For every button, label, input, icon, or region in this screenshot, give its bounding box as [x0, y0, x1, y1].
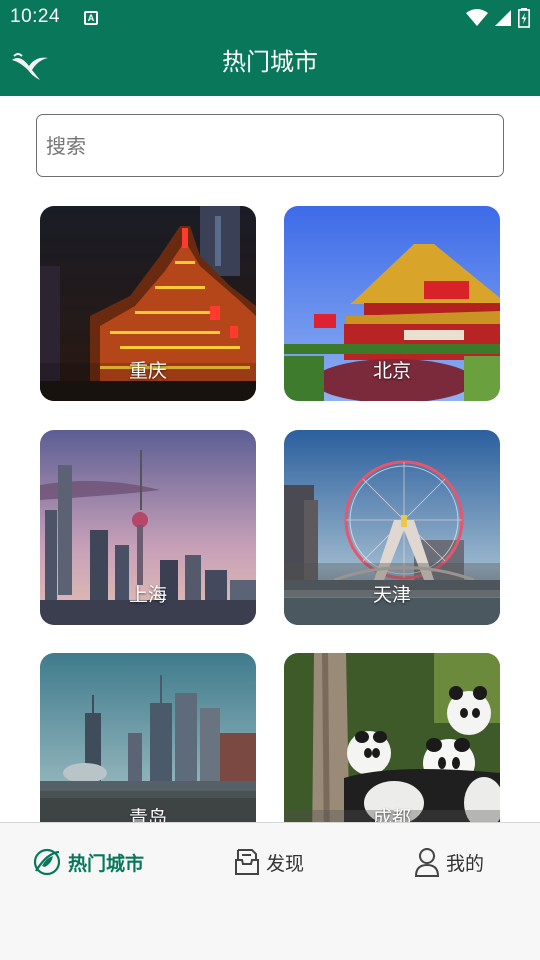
city-name: 北京: [372, 360, 411, 382]
city-card-chongqing[interactable]: 重庆: [40, 206, 256, 401]
city-name: 上海: [128, 584, 167, 606]
battery-icon: [518, 8, 530, 28]
nav-label: 我的: [446, 852, 485, 875]
nav-tab-discover[interactable]: 发现: [234, 845, 304, 879]
nav-label: 热门城市: [68, 852, 145, 875]
wifi-icon: [466, 9, 488, 26]
search-box: [36, 114, 504, 177]
page-title: 热门城市: [222, 48, 318, 76]
city-photo: [40, 653, 256, 822]
city-card-beijing[interactable]: 北京: [284, 206, 500, 401]
signal-icon: [495, 10, 511, 26]
status-bar: 10:24 A: [0, 0, 540, 36]
nav-tab-hot-cities[interactable]: 热门城市: [32, 845, 144, 879]
notification-icon: A: [84, 11, 98, 25]
nav-label: 发现: [266, 852, 305, 875]
city-photo: [284, 653, 500, 822]
city-card-shanghai[interactable]: 上海: [40, 430, 256, 625]
status-time: 10:24: [10, 6, 61, 27]
nav-tab-mine[interactable]: 我的: [414, 845, 484, 879]
inbox-icon: [235, 849, 259, 875]
city-card-chengdu[interactable]: 成都: [284, 653, 500, 822]
app-bar: 热门城市: [0, 36, 540, 96]
bottom-navigation: 热门城市 发现 我的: [0, 822, 540, 960]
city-name: 重庆: [128, 360, 167, 382]
city-card-tianjin[interactable]: 天津: [284, 430, 500, 625]
system-icons: [466, 8, 530, 28]
city-name: 青岛: [128, 807, 167, 822]
city-name: 天津: [372, 584, 411, 606]
city-grid: 重庆 北京 上海 天津 青岛 成都: [0, 206, 540, 822]
city-card-qingdao[interactable]: 青岛: [40, 653, 256, 822]
user-icon: [414, 848, 440, 877]
city-name: 成都: [372, 807, 411, 822]
search-input[interactable]: [37, 115, 503, 176]
planet-leaf-icon: [33, 848, 61, 876]
